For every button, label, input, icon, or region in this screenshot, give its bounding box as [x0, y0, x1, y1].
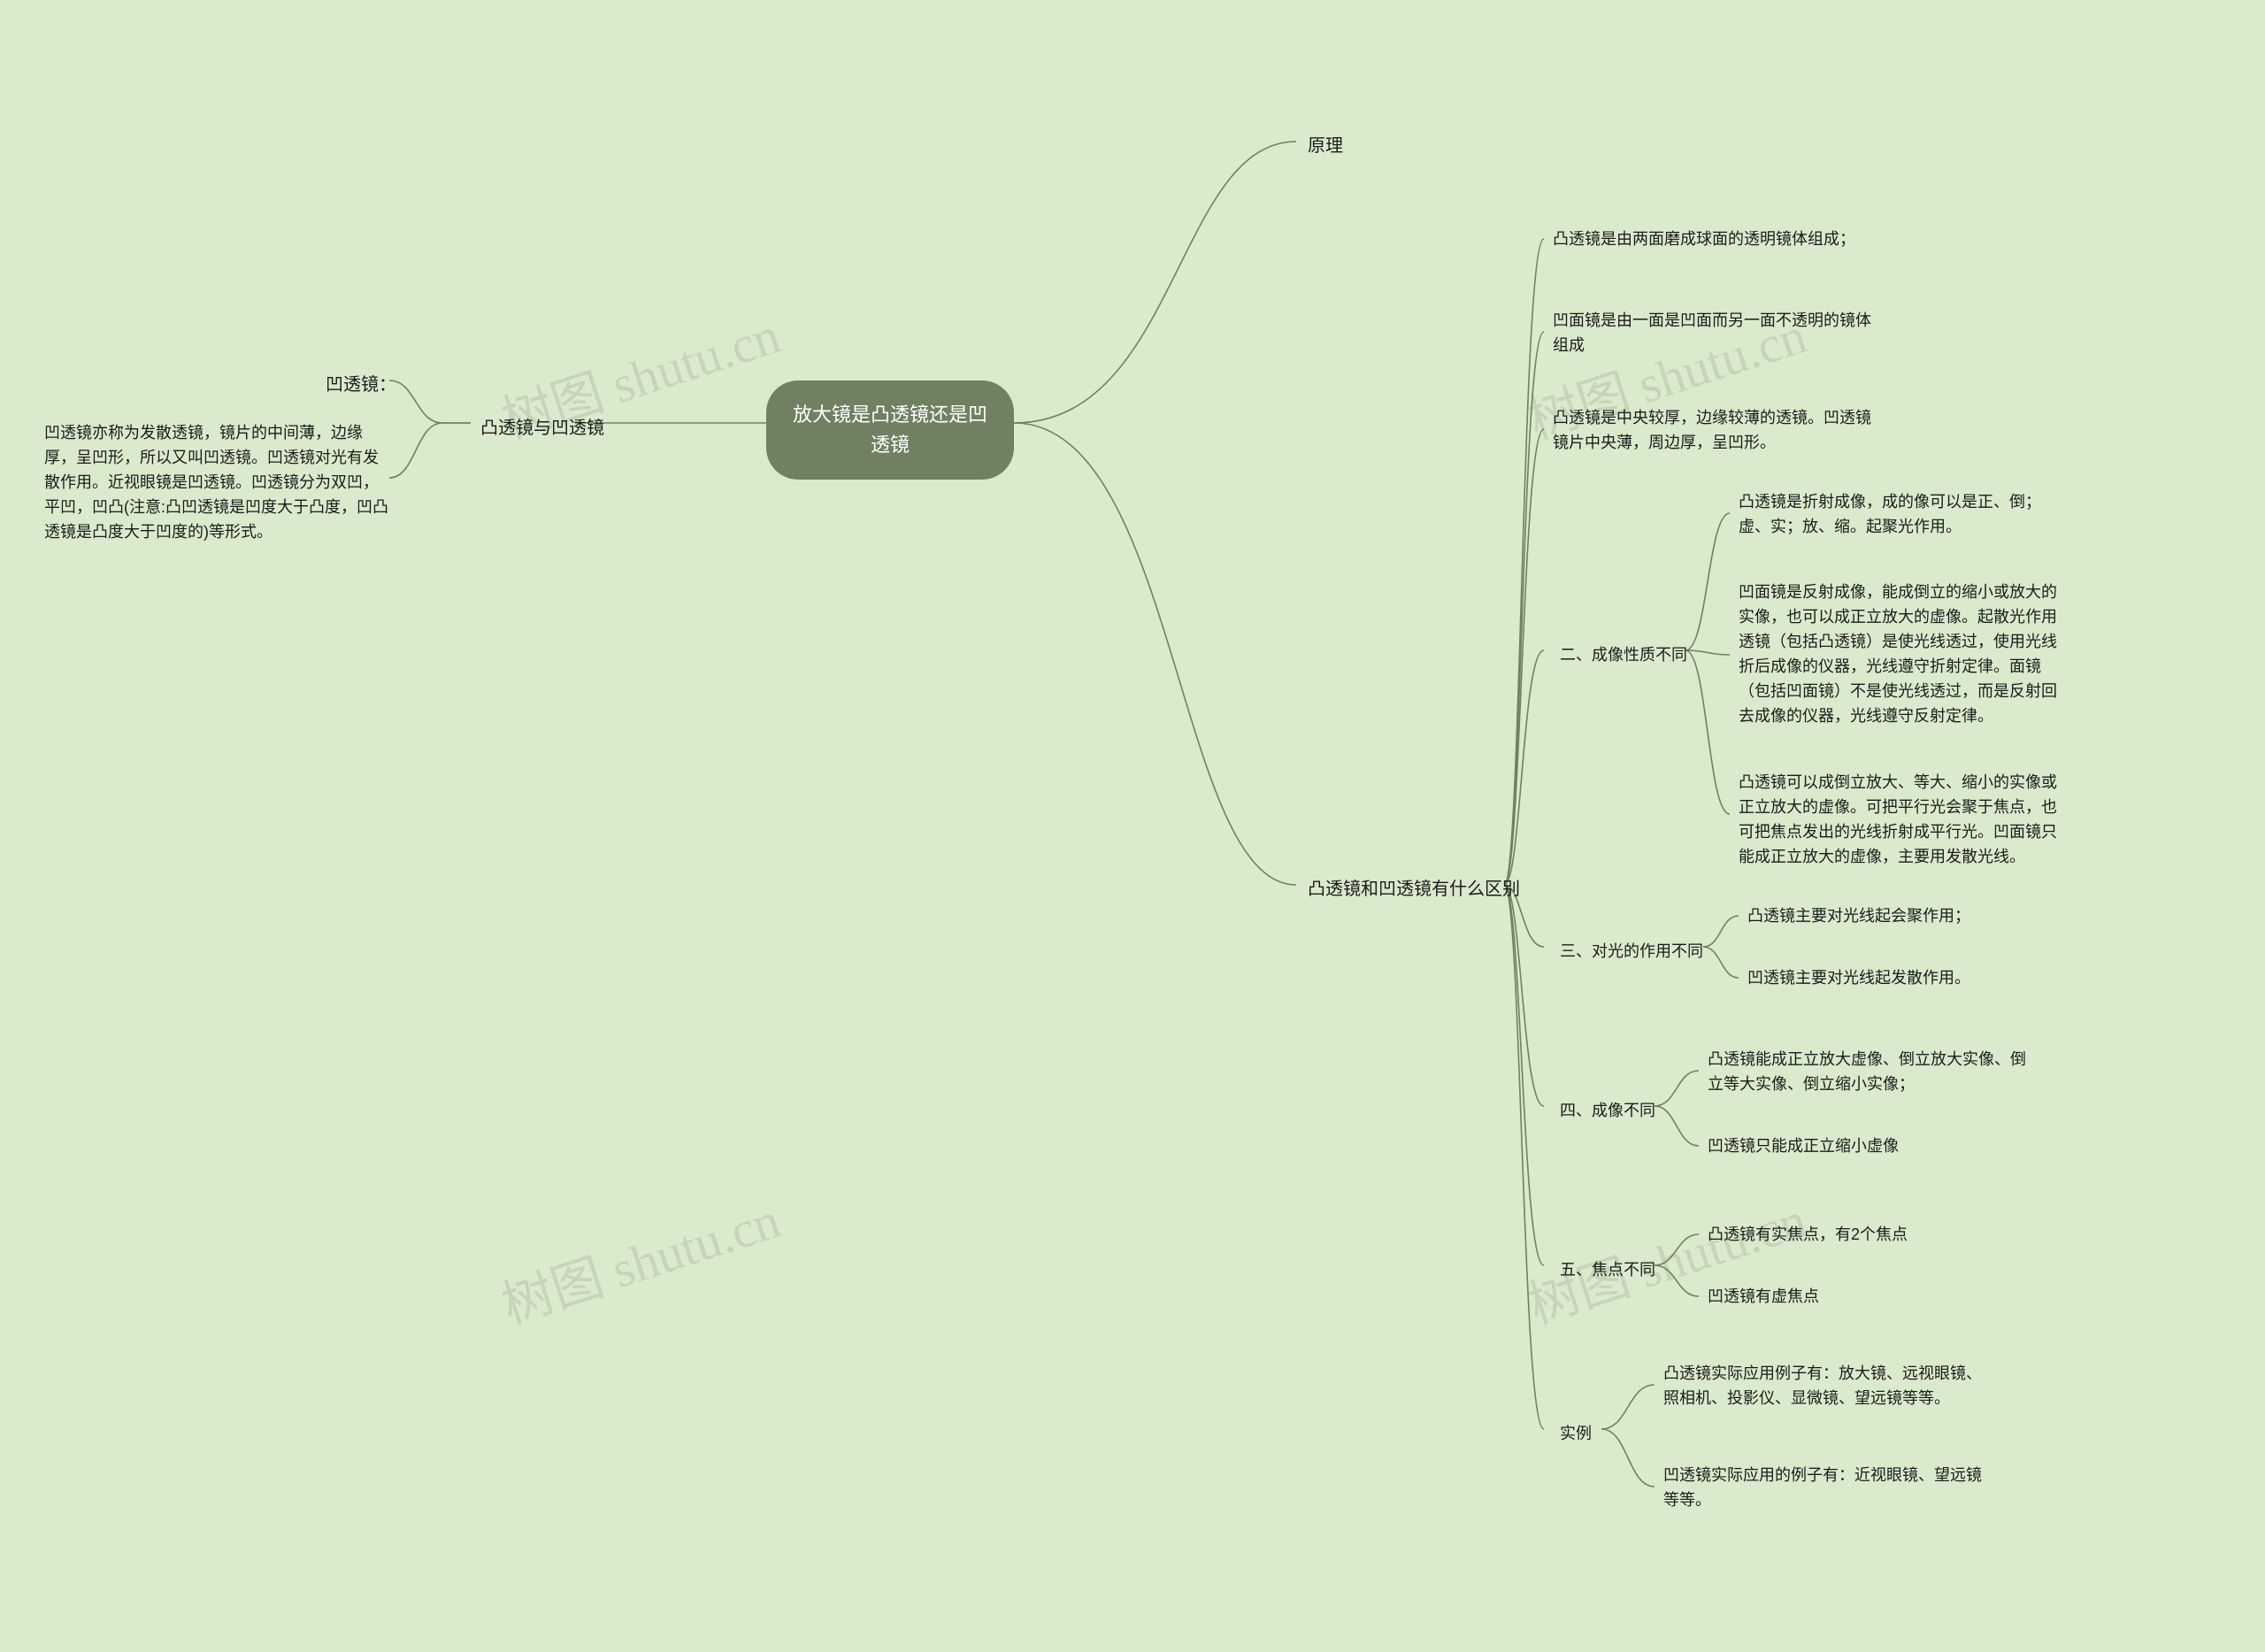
diff-example-label[interactable]: 实例	[1553, 1416, 1599, 1451]
left-branch-l2[interactable]: 凹透镜：	[319, 367, 403, 403]
diff-focus-2[interactable]: 凹透镜有虚焦点	[1708, 1284, 1819, 1309]
diff-focus-1[interactable]: 凸透镜有实焦点，有2个焦点	[1708, 1222, 1908, 1247]
diff-example-2[interactable]: 凹透镜实际应用的例子有：近视眼镜、望远镜等等。	[1663, 1463, 1991, 1512]
diff-focus-label[interactable]: 五、焦点不同	[1553, 1252, 1662, 1287]
left-branch-l3[interactable]: 凹透镜亦称为发散透镜，镜片的中间薄，边缘厚，呈凹形，所以又叫凹透镜。凹透镜对光有…	[44, 420, 394, 544]
central-topic[interactable]: 放大镜是凸透镜还是凹透镜	[766, 380, 1014, 480]
diff-imaging-nature-3[interactable]: 凸透镜可以成倒立放大、等大、缩小的实像或正立放大的虚像。可把平行光会聚于焦点，也…	[1739, 770, 2066, 869]
diff-imaging-nature-2[interactable]: 凹面镜是反射成像，能成倒立的缩小或放大的实像，也可以成正立放大的虚像。起散光作用…	[1739, 580, 2066, 728]
diff-light-effect-1[interactable]: 凸透镜主要对光线起会聚作用；	[1747, 903, 1970, 928]
diff-structure-3[interactable]: 凸透镜是中央较厚，边缘较薄的透镜。凹透镜镜片中央薄，周边厚，呈凹形。	[1553, 405, 1871, 455]
diff-image-type-2[interactable]: 凹透镜只能成正立缩小虚像	[1708, 1133, 1899, 1158]
diff-imaging-nature-label[interactable]: 二、成像性质不同	[1553, 637, 1694, 672]
watermark: 树图 shutu.cn	[491, 1179, 787, 1338]
diff-image-type-1[interactable]: 凸透镜能成正立放大虚像、倒立放大实像、倒立等大实像、倒立缩小实像；	[1708, 1047, 2035, 1096]
right-branch-difference[interactable]: 凸透镜和凹透镜有什么区别	[1301, 872, 1527, 907]
diff-image-type-label[interactable]: 四、成像不同	[1553, 1093, 1662, 1128]
diff-imaging-nature-1[interactable]: 凸透镜是折射成像，成的像可以是正、倒；虚、实；放、缩。起聚光作用。	[1739, 489, 2066, 539]
diff-structure-1[interactable]: 凸透镜是由两面磨成球面的透明镜体组成；	[1553, 227, 1855, 251]
diff-light-effect-2[interactable]: 凹透镜主要对光线起发散作用。	[1747, 965, 1970, 990]
left-branch-l1[interactable]: 凸透镜与凹透镜	[473, 411, 611, 446]
diff-light-effect-label[interactable]: 三、对光的作用不同	[1553, 934, 1710, 969]
right-branch-principle[interactable]: 原理	[1301, 128, 1350, 164]
diff-structure-2[interactable]: 凹面镜是由一面是凹面而另一面不透明的镜体组成	[1553, 308, 1871, 357]
diff-example-1[interactable]: 凸透镜实际应用例子有：放大镜、远视眼镜、照相机、投影仪、显微镜、望远镜等等。	[1663, 1361, 1991, 1410]
